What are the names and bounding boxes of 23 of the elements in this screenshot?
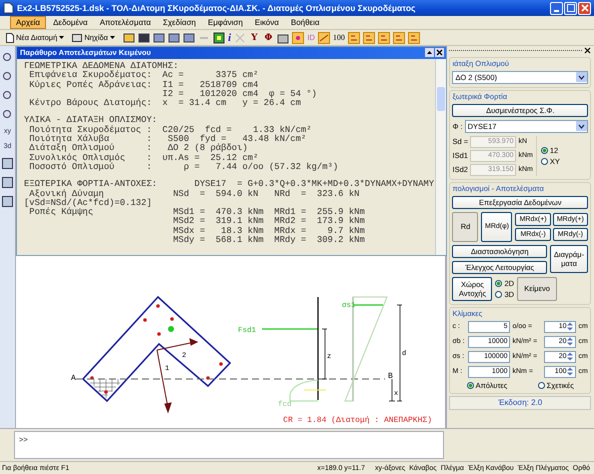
result-line: MSdx = 18.3 kNm MRdx = 9.7 kNm	[172, 226, 366, 236]
result-line: Κέντρο Βάρους Διατομής: x = 31.4 cm y = 26.4 cm	[28, 99, 302, 108]
result-line: [vSd=NSd/(Ac*fcd)=0.132]	[24, 198, 153, 208]
result-line: ΥΛΙΚΑ - ΔΙΑΤΑΞΗ ΟΠΛΙΣΜΟΥ:	[24, 116, 158, 126]
result-line: Διάταξη Οπλισμού : ΔΟ 2 (8 ράβδοι)	[28, 144, 249, 154]
result-line: MSd2 = 319.1 kNm MRd2 = 173.9 kNm	[172, 217, 366, 226]
result-line: Ποιότητα Χάλυβα : S500 fyd = 43.48 kN/cm²	[28, 135, 308, 144]
point-label: B	[388, 372, 393, 381]
result-line: Αξονική Δύναμη NSd = 594.0 kN NRd = 323.6 kN	[29, 190, 360, 199]
result-line: Κύριες Ροπές Αδράνειας: I1 = 2518709 cm4	[28, 80, 260, 90]
result-line: Ροπές Κάμψης MSd1 = 470.3 kNm MRd1 = 255.9 kNm	[28, 208, 366, 218]
result-line: MSdy = 568.1 kNm MRdy = 309.2 kNm	[172, 236, 366, 246]
version-label: Έκδοση: 2.0	[449, 396, 591, 410]
result-line: Ποσοστό Οπλισμού : ρ = 7.44 ο/οο (57.32 kg/m³)	[28, 162, 340, 172]
result-line: ΕΞΩΤΕΡΙΚΑ ΦΟΡΤΙΑ-ΑΝΤΟΧΕΣ: DYSE17 = G+0.3*Q+0.3*MK+MD+0.3*DYNAMX+DYNAMY	[24, 180, 435, 190]
result-line: Ποιότητα Σκυροδέματος : C20/25 fcd = 1.33 kN/cm²	[28, 126, 313, 135]
point-label: A	[70, 374, 76, 383]
result-line: Συνολικός Οπλισμός : υπ.As = 25.12 cm²	[28, 154, 258, 163]
result-line: ΓΕΩΜΕΤΡΙΚΑ ΔΕΔΟΜΕΝΑ ΔΙΑΤΟΜΗΣ:	[24, 62, 180, 71]
result-text: CR = 1.84 (Διατομή : ΑΝΕΠΑΡΚΗΣ)	[283, 416, 432, 425]
result-line: Επιφάνεια Σκυροδέματος: Ac = 3375 cm²	[28, 71, 260, 80]
result-line: I2 = 1012020 cm4 φ = 54 °)	[161, 90, 318, 99]
window-title: Ex2-LB5752525-1.dsk - ΤΟΛ-ΔιΑτομη ΣΚυροδέματος-ΔΙΑ.ΣΚ. - Διατομές Οπλισμένου Σκυροδέματος	[17, 3, 416, 14]
